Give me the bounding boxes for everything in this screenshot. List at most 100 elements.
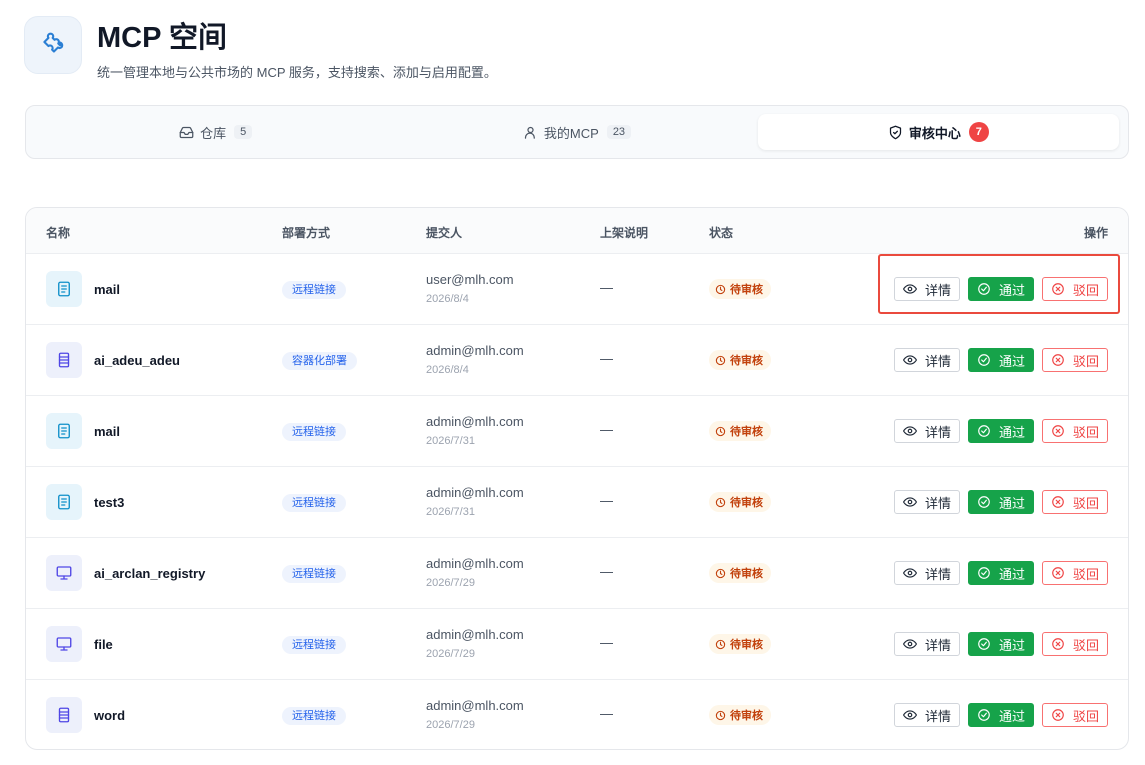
deploy-tag: 远程链接 xyxy=(282,565,346,583)
status-badge: 待审核 xyxy=(709,634,771,654)
reject-button[interactable]: 驳回 xyxy=(1041,632,1108,656)
user-icon xyxy=(523,125,538,140)
reject-button[interactable]: 驳回 xyxy=(1041,561,1108,585)
clock-icon xyxy=(715,284,730,295)
mcp-name: file xyxy=(94,636,113,652)
deploy-cell: 远程链接 xyxy=(282,280,346,299)
approve-button[interactable]: 通过 xyxy=(967,490,1034,514)
server-icon xyxy=(46,342,82,378)
detail-button[interactable]: 详情 xyxy=(893,703,960,727)
deploy-cell: 远程链接 xyxy=(282,422,346,441)
deploy-tag: 远程链接 xyxy=(282,636,346,654)
mcp-name: test3 xyxy=(94,494,125,510)
detail-button[interactable]: 详情 xyxy=(893,490,960,514)
detail-button[interactable]: 详情 xyxy=(893,277,960,301)
table-row: test3 远程链接 admin@mlh.com 2026/7/31 — 待审核 详情 通过 驳… xyxy=(26,467,1128,538)
approve-label: 通过 xyxy=(998,708,1025,724)
inbox-icon xyxy=(179,125,194,140)
status-badge: 待审核 xyxy=(709,421,771,441)
approve-button[interactable]: 通过 xyxy=(967,277,1034,301)
deploy-tag: 远程链接 xyxy=(282,494,346,512)
detail-button[interactable]: 详情 xyxy=(893,632,960,656)
listing-note: — xyxy=(600,564,613,579)
status-text: 待审核 xyxy=(730,497,763,509)
approve-button[interactable]: 通过 xyxy=(967,419,1034,443)
puzzle-icon xyxy=(39,29,67,62)
column-header-name: 名称 xyxy=(46,226,71,240)
column-header-submitter: 提交人 xyxy=(426,226,463,240)
tab-label: 审核中心 xyxy=(908,125,961,141)
submit-date: 2026/8/4 xyxy=(426,293,469,305)
submitter-email: admin@mlh.com xyxy=(426,556,524,571)
tab-label: 仓库 xyxy=(200,125,227,141)
name-cell: mail xyxy=(46,413,120,449)
eye-icon xyxy=(902,353,925,367)
column-header-actions: 操作 xyxy=(1083,226,1108,240)
name-cell: ai_adeu_adeu xyxy=(46,342,180,378)
status-badge: 待审核 xyxy=(709,350,771,370)
eye-icon xyxy=(902,566,925,580)
table-row: mail 远程链接 user@mlh.com 2026/8/4 — 待审核 详情 通过 驳回 xyxy=(26,254,1128,325)
tab-review-center[interactable]: 审核中心 7 xyxy=(757,114,1119,150)
deploy-cell: 远程链接 xyxy=(282,493,346,512)
table-body: mail 远程链接 user@mlh.com 2026/8/4— 待审核 详情 通过 驳回 ai… xyxy=(26,254,1128,749)
logo xyxy=(24,16,82,74)
actions-cell: 详情 通过 驳回 xyxy=(886,277,1108,301)
submitter-cell: admin@mlh.com 2026/7/29 xyxy=(426,698,524,731)
reject-button[interactable]: 驳回 xyxy=(1041,348,1108,372)
status-badge: 待审核 xyxy=(709,492,771,512)
eye-icon xyxy=(902,424,925,438)
status-text: 待审核 xyxy=(730,568,763,580)
reject-label: 驳回 xyxy=(1072,708,1099,724)
monitor-icon xyxy=(46,626,82,662)
tab-my-mcp[interactable]: 我的MCP 23 xyxy=(396,114,757,150)
check-circle-icon xyxy=(977,424,999,438)
approve-button[interactable]: 通过 xyxy=(967,703,1034,727)
table-row: word 远程链接 admin@mlh.com 2026/7/29 — 待审核 详情 通过 驳回 xyxy=(26,680,1128,749)
submitter-cell: admin@mlh.com 2026/7/29 xyxy=(426,627,524,660)
detail-label: 详情 xyxy=(924,424,951,440)
approve-button[interactable]: 通过 xyxy=(967,632,1034,656)
x-circle-icon xyxy=(1051,637,1073,651)
submit-date: 2026/8/4 xyxy=(426,364,469,376)
detail-button[interactable]: 详情 xyxy=(893,348,960,372)
status-text: 待审核 xyxy=(730,284,763,296)
check-circle-icon xyxy=(977,353,999,367)
status-cell: 待审核 xyxy=(709,705,771,725)
detail-label: 详情 xyxy=(924,566,951,582)
reject-label: 驳回 xyxy=(1072,282,1099,298)
mcp-name: mail xyxy=(94,423,121,439)
check-circle-icon xyxy=(977,282,999,296)
actions-cell: 详情 通过 驳回 xyxy=(886,490,1108,514)
mcp-name: ai_adeu_adeu xyxy=(94,352,180,368)
x-circle-icon xyxy=(1051,353,1073,367)
name-cell: word xyxy=(46,697,125,733)
status-cell: 待审核 xyxy=(709,421,771,441)
approve-label: 通过 xyxy=(998,353,1025,369)
detail-button[interactable]: 详情 xyxy=(893,419,960,443)
column-header-deploy: 部署方式 xyxy=(282,226,331,240)
approve-button[interactable]: 通过 xyxy=(967,348,1034,372)
reject-button[interactable]: 驳回 xyxy=(1041,277,1108,301)
submitter-email: admin@mlh.com xyxy=(426,414,524,429)
tab-count: 23 xyxy=(606,125,632,139)
deploy-cell: 远程链接 xyxy=(282,635,346,654)
tab-repository[interactable]: 仓库 5 xyxy=(35,114,396,150)
check-circle-icon xyxy=(977,637,999,651)
table-row: mail 远程链接 admin@mlh.com 2026/7/31 — 待审核 详情 通过 驳回 xyxy=(26,396,1128,467)
detail-label: 详情 xyxy=(924,495,951,511)
reject-button[interactable]: 驳回 xyxy=(1041,703,1108,727)
approve-button[interactable]: 通过 xyxy=(967,561,1034,585)
document-icon xyxy=(46,413,82,449)
clock-icon xyxy=(715,710,730,721)
detail-button[interactable]: 详情 xyxy=(893,561,960,585)
submitter-cell: admin@mlh.com 2026/7/29 xyxy=(426,556,524,589)
column-header-note: 上架说明 xyxy=(600,226,649,240)
reject-button[interactable]: 驳回 xyxy=(1041,490,1108,514)
actions-cell: 详情 通过 驳回 xyxy=(886,561,1108,585)
reject-button[interactable]: 驳回 xyxy=(1041,419,1108,443)
listing-note: — xyxy=(600,493,613,508)
clock-icon xyxy=(715,497,730,508)
detail-label: 详情 xyxy=(924,282,951,298)
status-text: 待审核 xyxy=(730,639,763,651)
